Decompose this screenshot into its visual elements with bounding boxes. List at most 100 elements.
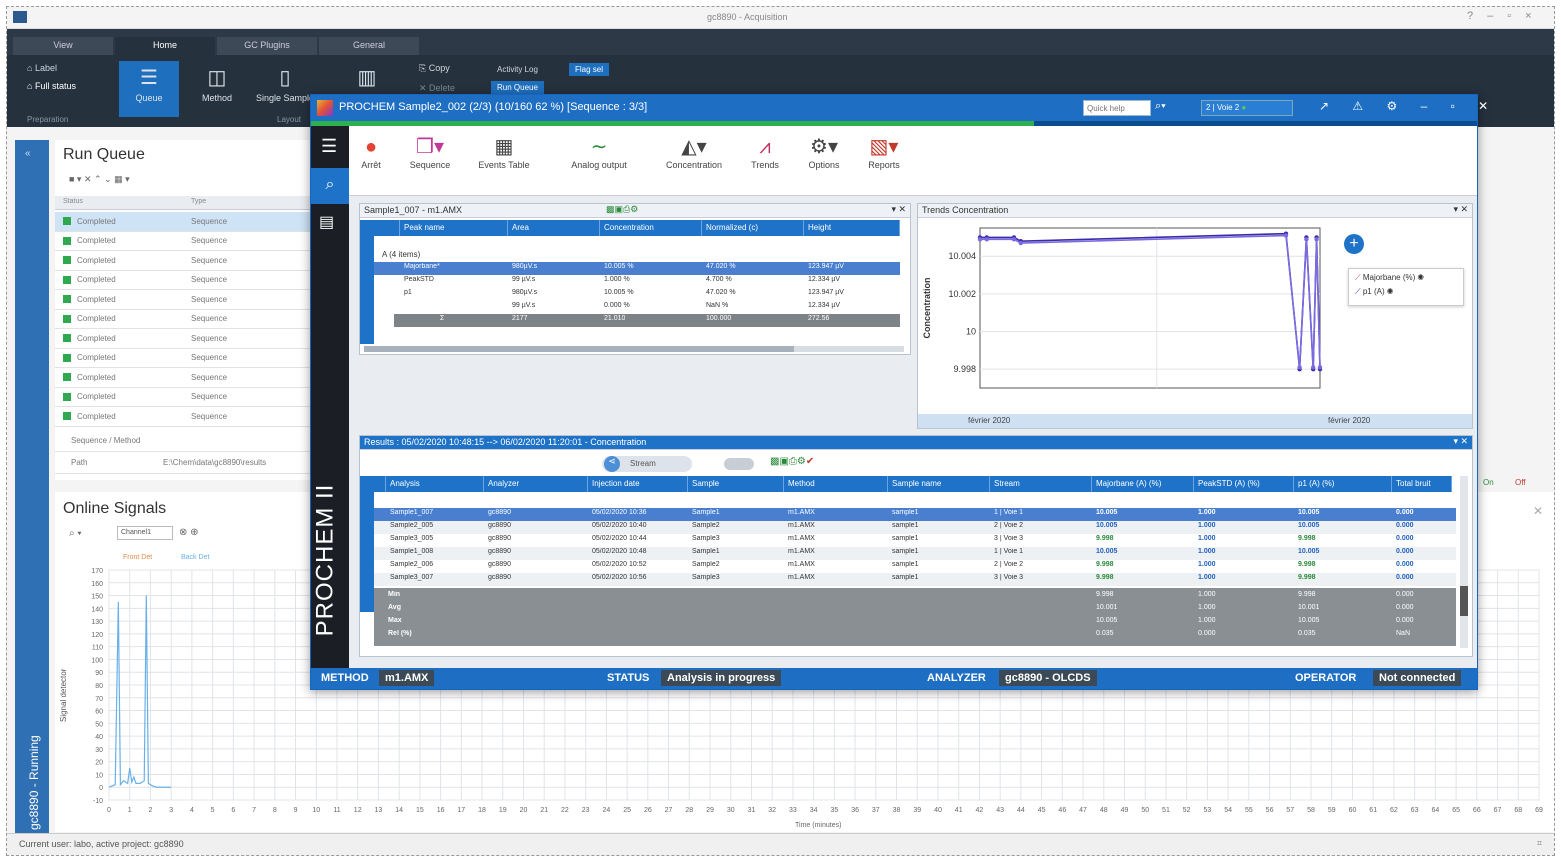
peaks-hscroll[interactable] xyxy=(364,346,904,352)
table-row[interactable]: Majorbane* 980µV.s 10.005 % 47.020 % 123.947… xyxy=(374,262,900,275)
table-row[interactable]: Sample2_006 gc8890 05/02/2020 10:52 Sample2… xyxy=(374,560,1456,573)
table-row[interactable]: Completed Sequence xyxy=(55,368,317,388)
events-table-button[interactable]: ▦ Events Table xyxy=(469,134,539,170)
close-icon[interactable]: ✕ xyxy=(1533,504,1543,518)
table-row[interactable]: Completed Sequence xyxy=(55,407,317,427)
results-col-header[interactable]: Analyzer xyxy=(484,476,588,492)
instrument-strip[interactable]: « gc8890 - Running xyxy=(15,140,49,850)
trend-point[interactable] xyxy=(1011,237,1017,242)
flag-button[interactable]: Flag sel xyxy=(569,63,610,76)
prochem-window-controls[interactable]: ↗ ⚠ ⚙ – ▫ ✕ xyxy=(1319,99,1498,113)
peaks-col-header[interactable]: Peak name xyxy=(400,220,508,236)
trend-point[interactable] xyxy=(1283,233,1289,238)
table-row[interactable]: Sample1_008 gc8890 05/02/2020 10:48 Sample1… xyxy=(374,547,1456,560)
table-row[interactable]: Completed Sequence xyxy=(55,388,317,407)
peaks-col-header[interactable]: Height xyxy=(804,220,900,236)
on-toggle[interactable]: On xyxy=(1483,478,1494,487)
stream-toggle-button[interactable]: ⋖ Stream xyxy=(602,456,692,472)
zoom-icon[interactable]: ⌕ ▾ xyxy=(69,528,82,539)
collapse-icon[interactable]: « xyxy=(25,148,31,159)
run-queue-button[interactable]: Run Queue xyxy=(491,81,544,94)
results-col-header[interactable]: p1 (A) (%) xyxy=(1294,476,1392,492)
results-col-header[interactable]: PeakSTD (A) (%) xyxy=(1194,476,1294,492)
search-icon[interactable]: ⌕▾ xyxy=(1155,100,1166,113)
table-row[interactable]: Sample3_005 gc8890 05/02/2020 10:44 Sample3… xyxy=(374,534,1456,547)
queue-button[interactable]: ☰ Queue xyxy=(119,61,179,117)
toggle-switch[interactable] xyxy=(724,458,754,470)
table-row[interactable]: p1 980µV.s 10.005 % 47.020 % 123.947 µV xyxy=(374,288,900,301)
trends-chart[interactable]: 10.004 10.002 10 9.998 Concentration xyxy=(918,220,1474,414)
copy-button[interactable]: ⎘ Copy xyxy=(419,63,450,74)
results-col-header[interactable]: Method xyxy=(784,476,888,492)
table-row[interactable]: Completed Sequence xyxy=(55,212,317,232)
results-col-header[interactable]: Stream xyxy=(990,476,1092,492)
stream-select[interactable]: 2 | Voie 2 ● xyxy=(1201,100,1293,116)
tab-view[interactable]: View xyxy=(13,37,113,55)
signal-tools-icons[interactable]: ⊗ ⊕ xyxy=(179,527,199,538)
run-queue-toolbar[interactable]: ■ ▾ ✕ ⌃ ⌄ ▦ ▾ xyxy=(69,174,130,185)
table-row[interactable]: Completed Sequence xyxy=(55,251,317,271)
ribbon-label-button[interactable]: ⌂ Label xyxy=(27,63,57,73)
peaks-group-label[interactable]: A (4 items) xyxy=(382,250,420,259)
peaks-col-header[interactable]: Concentration xyxy=(600,220,702,236)
table-row[interactable]: Sample2_005 gc8890 05/02/2020 10:40 Sample2… xyxy=(374,521,1456,534)
table-row[interactable]: Completed Sequence xyxy=(55,329,317,349)
quick-help-input[interactable] xyxy=(1083,100,1151,116)
tab-home[interactable]: Home xyxy=(115,37,215,55)
panel-close-icon[interactable]: ▾ ✕ xyxy=(891,204,906,215)
table-row[interactable]: Completed Sequence xyxy=(55,290,317,310)
table-row[interactable]: PeakSTD 99 µV.s 1.000 % 4.700 % 12.334 µV xyxy=(374,275,900,288)
resize-grip-icon[interactable]: ⌗ xyxy=(1537,838,1542,849)
options-button[interactable]: ⚙▾ Options xyxy=(797,134,851,170)
menu-icon[interactable]: ☰ xyxy=(321,136,337,157)
concentration-button[interactable]: ◭▾ Concentration xyxy=(653,134,735,170)
legend-item-p1[interactable]: ⟋ p1 (A) ◉ xyxy=(1355,287,1457,297)
export-icons[interactable]: ▩▣⎙⚙ xyxy=(606,204,638,215)
sequence-button[interactable]: ❒▾ Sequence xyxy=(399,134,461,170)
method-button[interactable]: ◫ Method xyxy=(187,61,247,117)
table-row[interactable]: Completed Sequence xyxy=(55,310,317,329)
trend-point[interactable] xyxy=(1314,237,1319,242)
results-export-icons[interactable]: ▩▣⎙⚙✔ xyxy=(770,456,814,467)
results-col-header[interactable]: Injection date xyxy=(588,476,688,492)
trend-point[interactable] xyxy=(984,237,989,242)
results-col-header[interactable]: Majorbane (A) (%) xyxy=(1092,476,1194,492)
results-col-header[interactable]: Analysis xyxy=(386,476,484,492)
tab-gc-plugins[interactable]: GC Plugins xyxy=(217,37,317,55)
peaks-col-header[interactable]: Normalized (c) xyxy=(702,220,804,236)
activity-log-button[interactable]: Activity Log xyxy=(491,63,544,76)
add-series-button[interactable]: + xyxy=(1344,234,1364,254)
delete-button[interactable]: ✕ Delete xyxy=(419,83,455,94)
peaks-col-header[interactable]: Area xyxy=(508,220,600,236)
table-row[interactable]: 99 µV.s 0.000 % NaN % 12.334 µV xyxy=(374,301,900,314)
single-sample-button[interactable]: ▯ Single Sample xyxy=(255,61,315,117)
results-vscroll[interactable] xyxy=(1460,476,1468,648)
trend-point[interactable] xyxy=(1317,365,1323,370)
off-toggle[interactable]: Off xyxy=(1515,478,1526,487)
results-col-header[interactable]: Total bruit xyxy=(1392,476,1452,492)
table-row[interactable]: Completed Sequence xyxy=(55,271,317,290)
reports-button[interactable]: ▧▾ Reports xyxy=(855,134,913,170)
analysis-icon[interactable]: ⌕ xyxy=(311,168,349,204)
results-close-icon[interactable]: ▾ ✕ xyxy=(1453,436,1468,447)
trend-point[interactable] xyxy=(1311,365,1316,370)
table-row[interactable]: Sample3_007 gc8890 05/02/2020 10:56 Sample3… xyxy=(374,573,1456,586)
analog-output-button[interactable]: ∼ Analog output xyxy=(559,134,639,170)
trend-point[interactable] xyxy=(977,237,983,242)
channel-select[interactable]: Channel1 xyxy=(117,526,173,540)
stop-button[interactable]: ● Arrêt xyxy=(353,134,389,170)
legend-item-majorbane[interactable]: ⟋ Majorbane (%) ◉ xyxy=(1355,273,1457,283)
book-icon[interactable]: ▤ xyxy=(319,212,334,232)
trend-point[interactable] xyxy=(1018,240,1023,246)
window-controls[interactable]: ?–▫× xyxy=(1467,10,1546,22)
table-row[interactable]: Sample1_007 gc8890 05/02/2020 10:36 Sample1… xyxy=(374,508,1456,521)
results-col-header[interactable]: Sample xyxy=(688,476,784,492)
table-row[interactable]: Completed Sequence xyxy=(55,349,317,368)
trends-close-icon[interactable]: ▾ ✕ xyxy=(1453,204,1468,215)
trend-point[interactable] xyxy=(1304,237,1309,242)
trend-point[interactable] xyxy=(1297,365,1302,370)
table-row[interactable]: Completed Sequence xyxy=(55,232,317,251)
tab-general[interactable]: General xyxy=(319,37,419,55)
ribbon-full-status-button[interactable]: ⌂ Full status xyxy=(27,81,76,91)
trends-button[interactable]: ⩘ Trends xyxy=(743,134,787,170)
